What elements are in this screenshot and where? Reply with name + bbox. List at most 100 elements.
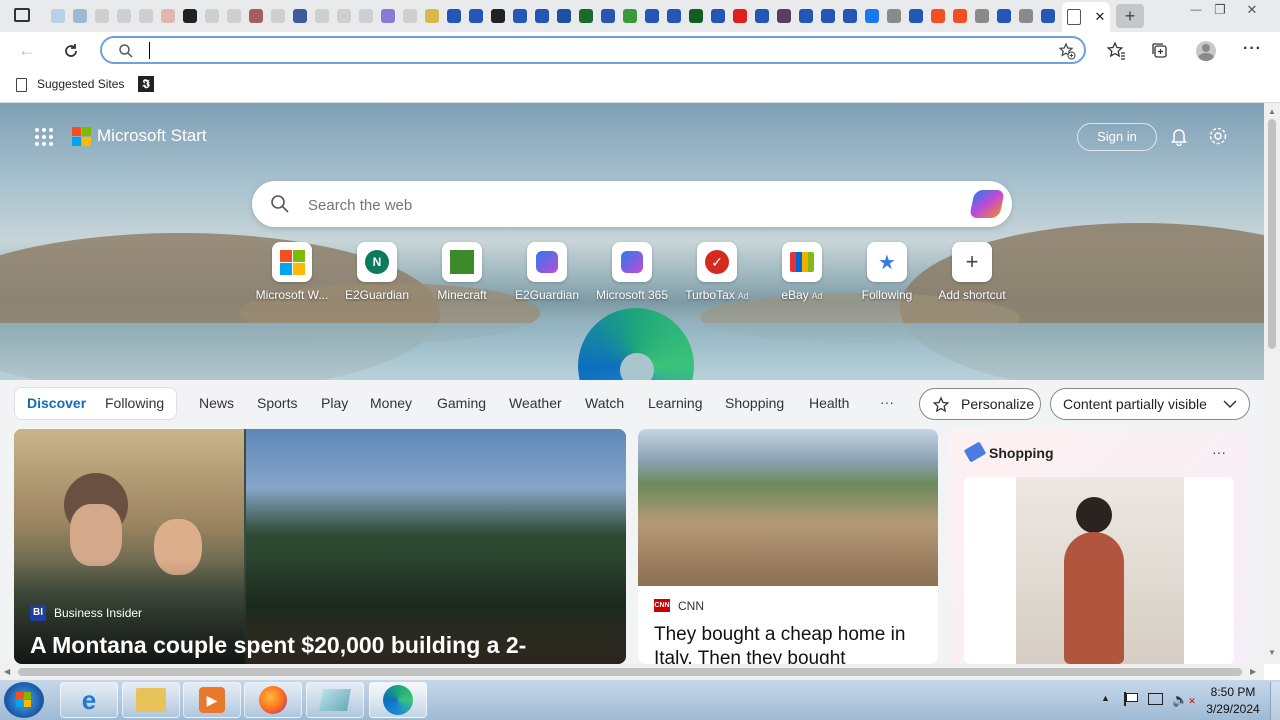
show-desktop-button[interactable] [1270,682,1280,720]
tab-favicon[interactable] [422,5,442,27]
taskbar-internet-explorer[interactable]: e [60,682,118,718]
vertical-scrollbar[interactable]: ▲ ▼ [1264,103,1280,664]
tab-favicon[interactable] [928,5,948,27]
tab-favicon[interactable] [136,5,156,27]
tab-favicon[interactable] [708,5,728,27]
address-bar[interactable] [100,36,1086,64]
nav-weather[interactable]: Weather [509,395,562,411]
clock-time[interactable]: 8:50 PM [1200,685,1266,699]
tab-favicon[interactable] [774,5,794,27]
favorite-suggested-sites[interactable]: Suggested Sites [37,77,124,91]
start-button[interactable] [4,682,44,718]
new-tab-button[interactable]: + [1116,4,1144,28]
tab-favicon[interactable] [818,5,838,27]
tab-favicon[interactable] [554,5,574,27]
tab-favicon[interactable] [488,5,508,27]
shortcut-6[interactable]: ✓ TurboTax Ad [677,242,757,302]
restore-button[interactable]: ❐ [1210,2,1230,18]
taskbar-file-explorer[interactable] [122,682,180,718]
more-categories-button[interactable]: ··· [880,394,894,410]
tab-favicon[interactable] [532,5,552,27]
tab-favicon[interactable] [268,5,288,27]
tab-favicon[interactable] [290,5,310,27]
tab-favicon[interactable] [400,5,420,27]
tab-favicon[interactable] [114,5,134,27]
shortcut-4[interactable]: E2Guardian [507,242,587,302]
tab-favicon[interactable] [356,5,376,27]
tab-close-icon[interactable]: ✕ [1095,9,1106,25]
more-menu-icon[interactable]: ··· [1243,40,1262,58]
action-center-flag-icon[interactable] [1124,692,1138,706]
vertical-scroll-thumb[interactable] [1268,119,1276,349]
card-headline[interactable]: A Montana couple spent $20,000 building … [30,632,526,659]
tab-following[interactable]: Following [105,395,164,411]
tab-favicon[interactable] [642,5,662,27]
tab-favicon[interactable] [92,5,112,27]
tab-active[interactable]: ✕ [1062,2,1110,32]
nav-money[interactable]: Money [370,395,412,411]
shortcut-5[interactable]: Microsoft 365 [592,242,672,302]
tab-favicon[interactable] [664,5,684,27]
shortcut-2[interactable]: N E2Guardian [337,242,417,302]
tab-favicon[interactable] [312,5,332,27]
tab-favicon[interactable] [180,5,200,27]
shortcut-7[interactable]: eBay Ad [762,242,842,302]
tab-favicon[interactable] [510,5,530,27]
favorites-icon[interactable] [1106,41,1126,61]
cnn-news-card[interactable]: CNN CNN They bought a cheap home in Ital… [638,429,938,664]
tab-favicon[interactable] [224,5,244,27]
copilot-icon[interactable] [969,190,1005,218]
brand-title[interactable]: Microsoft Start [97,126,207,146]
clock-date[interactable]: 3/29/2024 [1200,702,1266,716]
profile-avatar[interactable] [1196,41,1216,61]
tab-favicon[interactable] [972,5,992,27]
tab-favicon[interactable] [752,5,772,27]
tab-favicon[interactable] [444,5,464,27]
nav-play[interactable]: Play [321,395,348,411]
nav-news[interactable]: News [199,395,234,411]
taskbar-media-player[interactable]: ▶ [183,682,241,718]
sign-in-button[interactable]: Sign in [1077,123,1157,151]
shopping-card[interactable]: Shopping ··· [950,429,1250,664]
nav-shopping[interactable]: Shopping [725,395,784,411]
nav-watch[interactable]: Watch [585,395,624,411]
product-tile[interactable] [964,477,1234,664]
tab-favicon[interactable] [950,5,970,27]
tab-favicon[interactable] [796,5,816,27]
tab-favicon[interactable] [70,5,90,27]
horizontal-scrollbar[interactable]: ◀ ▶ [0,664,1264,680]
taskbar-app[interactable] [306,682,364,718]
refresh-icon[interactable] [62,42,80,60]
taskbar-firefox[interactable] [244,682,302,718]
show-hidden-icons[interactable]: ▲ [1101,693,1110,703]
tab-favicon[interactable] [994,5,1014,27]
tab-favicon[interactable] [466,5,486,27]
shortcut-8[interactable]: ★ Following [847,242,927,302]
notifications-bell-icon[interactable] [1169,126,1189,146]
tab-favicon[interactable] [730,5,750,27]
nav-gaming[interactable]: Gaming [437,395,486,411]
back-arrow-icon[interactable]: ← [18,40,36,61]
web-search-box[interactable] [252,181,1012,227]
horizontal-scroll-thumb[interactable] [18,668,1242,676]
tab-favicon[interactable] [378,5,398,27]
tab-favicon[interactable] [598,5,618,27]
minimize-button[interactable]: — [1186,4,1206,20]
nav-sports[interactable]: Sports [257,395,297,411]
collections-icon[interactable] [1151,42,1169,60]
main-news-card[interactable]: BI Business Insider A Montana couple spe… [14,429,626,664]
tab-favicon[interactable] [158,5,178,27]
tab-favicon[interactable] [862,5,882,27]
tab-favicon[interactable] [686,5,706,27]
tab-favicon[interactable] [246,5,266,27]
apps-launcher-icon[interactable] [34,127,54,147]
shortcut-9[interactable]: + Add shortcut [932,242,1012,302]
tab-favicon[interactable] [620,5,640,27]
card-headline[interactable]: They bought a cheap home in Italy. Then … [654,623,926,664]
tab-favicon[interactable] [884,5,904,27]
shortcut-3[interactable]: Minecraft [422,242,502,302]
close-window-button[interactable]: ✕ [1240,2,1264,18]
tab-favicon[interactable] [202,5,222,27]
content-visibility-dropdown[interactable]: Content partially visible [1050,388,1250,420]
taskbar-edge[interactable] [369,682,427,718]
